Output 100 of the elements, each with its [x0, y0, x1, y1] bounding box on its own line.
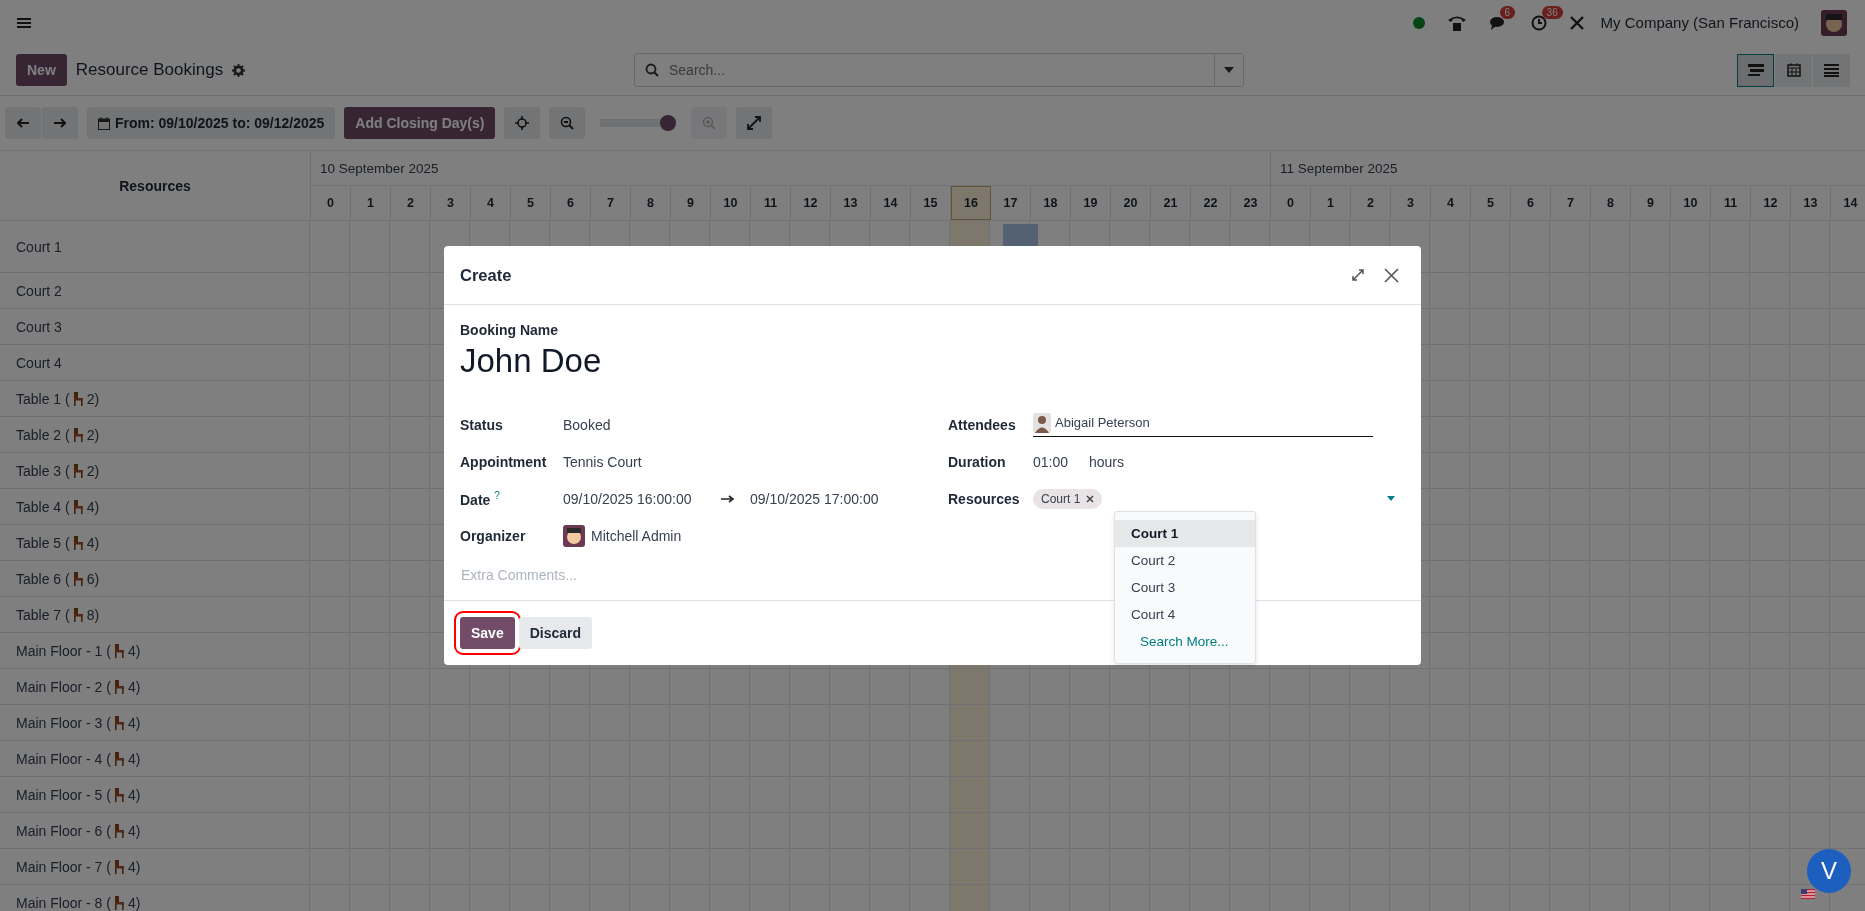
resource-tag: Court 1 — [1033, 488, 1103, 509]
arrow-icon — [721, 494, 734, 503]
search-icon — [645, 63, 659, 77]
field-label: Resources — [948, 490, 1020, 507]
resource-name: Main Floor - 6 ( — [16, 822, 111, 839]
resource-name: Main Floor - 5 ( — [16, 786, 111, 803]
duration-field[interactable]: 01:00 — [1033, 453, 1083, 470]
previous-button[interactable] — [5, 107, 41, 139]
seat-count: 2) — [86, 390, 100, 407]
hour-heading: 19 — [1071, 186, 1111, 220]
close-icon[interactable] — [1384, 267, 1399, 283]
activity-count-badge: 36 — [1541, 5, 1563, 19]
seat-count: 8) — [86, 606, 100, 623]
resource-name: Table 3 ( — [16, 462, 70, 479]
resource-name: Table 4 ( — [16, 498, 70, 515]
menu-icon[interactable] — [17, 16, 31, 29]
dialog-title: Create — [460, 265, 512, 285]
resource-name: Table 7 ( — [16, 606, 70, 623]
current-hour-heading: 16 — [951, 186, 991, 220]
resource-name: Table 5 ( — [16, 534, 70, 551]
search-bar[interactable]: Search... — [634, 53, 1244, 87]
resource-name: Main Floor - 7 ( — [16, 858, 111, 875]
chair-icon — [113, 643, 125, 658]
hour-heading: 4 — [1431, 186, 1471, 220]
list-view-button[interactable] — [1813, 53, 1850, 87]
booking-name-field[interactable]: John Doe — [460, 342, 602, 380]
seat-count: 4) — [127, 678, 141, 695]
field-label: Duration — [948, 453, 1006, 470]
list-icon — [1824, 63, 1839, 77]
person-silhouette-icon — [1033, 412, 1051, 433]
end-date-field[interactable]: 09/10/2025 17:00:00 — [750, 490, 879, 507]
hour-heading: 14 — [1831, 186, 1865, 220]
hour-heading: 1 — [1311, 186, 1351, 220]
expand-icon[interactable] — [1352, 269, 1364, 281]
chair-icon — [72, 427, 84, 442]
remove-icon[interactable] — [1086, 494, 1095, 503]
chair-icon — [72, 463, 84, 478]
field-label: Attendees — [948, 416, 1016, 433]
company-switcher[interactable]: My Company (San Francisco) — [1600, 14, 1799, 31]
clock-icon[interactable] — [1530, 14, 1547, 31]
hour-heading: 0 — [1271, 186, 1311, 220]
gantt-view-button[interactable] — [1737, 53, 1774, 87]
hour-heading: 17 — [991, 186, 1031, 220]
hour-heading: 12 — [1751, 186, 1791, 220]
resource-name: Table 1 ( — [16, 390, 70, 407]
hour-heading: 7 — [1551, 186, 1591, 220]
dropdown-option[interactable]: Court 4 — [1115, 600, 1255, 628]
focus-today-button[interactable] — [504, 107, 541, 139]
hour-heading: 7 — [591, 186, 631, 220]
left-arrow-icon — [17, 118, 29, 128]
seat-count: 4) — [127, 750, 141, 767]
zoom-out-icon — [560, 116, 575, 130]
discard-button[interactable]: Discard — [518, 617, 593, 649]
expand-icon — [747, 116, 762, 130]
assistant-avatar[interactable]: V — [1807, 849, 1851, 893]
hour-heading: 13 — [1791, 186, 1831, 220]
expand-button[interactable] — [736, 107, 773, 139]
chat-count-badge: 6 — [1499, 5, 1516, 19]
flag-icon[interactable] — [1801, 889, 1815, 899]
dropdown-option[interactable]: Court 2 — [1115, 546, 1255, 574]
chair-icon — [113, 679, 125, 694]
zoom-out-button[interactable] — [549, 107, 586, 139]
seat-count: 6) — [86, 570, 100, 587]
user-avatar[interactable] — [1821, 9, 1847, 36]
dropdown-caret-icon[interactable] — [1387, 496, 1395, 501]
attendees-field[interactable]: Abigail Peterson — [1033, 412, 1373, 437]
calendar-icon — [98, 116, 110, 130]
next-button[interactable] — [42, 107, 78, 139]
field-value[interactable]: Booked — [563, 416, 611, 433]
help-tooltip-mark[interactable]: ? — [494, 489, 500, 501]
add-closing-days-button[interactable]: Add Closing Day(s) — [344, 107, 496, 139]
hour-heading: 10 — [711, 186, 751, 220]
dropdown-option[interactable]: Court 1 — [1115, 519, 1255, 547]
gantt-bars-icon — [1747, 63, 1764, 77]
settings-icon[interactable] — [232, 63, 246, 77]
seat-count: 4) — [127, 894, 141, 911]
seat-count: 4) — [86, 534, 100, 551]
hour-heading: 2 — [391, 186, 431, 220]
slider-thumb[interactable] — [660, 115, 677, 131]
hour-heading: 9 — [671, 186, 711, 220]
search-field[interactable]: Search... — [667, 61, 1206, 79]
field-value[interactable]: Tennis Court — [563, 453, 642, 470]
new-button[interactable]: New — [16, 54, 67, 86]
hour-heading: 23 — [1231, 186, 1271, 220]
hour-heading: 4 — [471, 186, 511, 220]
chair-icon — [113, 859, 125, 874]
calendar-view-button[interactable] — [1775, 53, 1812, 87]
dropdown-option[interactable]: Court 3 — [1115, 573, 1255, 601]
chair-icon — [72, 607, 84, 622]
date-range-button[interactable]: From: 09/10/2025 to: 09/12/2025 — [87, 107, 336, 139]
start-date-field[interactable]: 09/10/2025 16:00:00 — [563, 490, 715, 507]
search-more-link[interactable]: Search More... — [1115, 627, 1255, 655]
hour-heading: 3 — [1391, 186, 1431, 220]
hour-heading: 11 — [751, 186, 791, 220]
field-label: Organizer — [460, 527, 526, 544]
calendar-icon — [1786, 63, 1801, 77]
field-label: Booking Name — [460, 322, 559, 338]
hour-heading: 1 — [351, 186, 391, 220]
field-value[interactable]: Mitchell Admin — [591, 527, 682, 544]
hour-heading: 5 — [511, 186, 551, 220]
